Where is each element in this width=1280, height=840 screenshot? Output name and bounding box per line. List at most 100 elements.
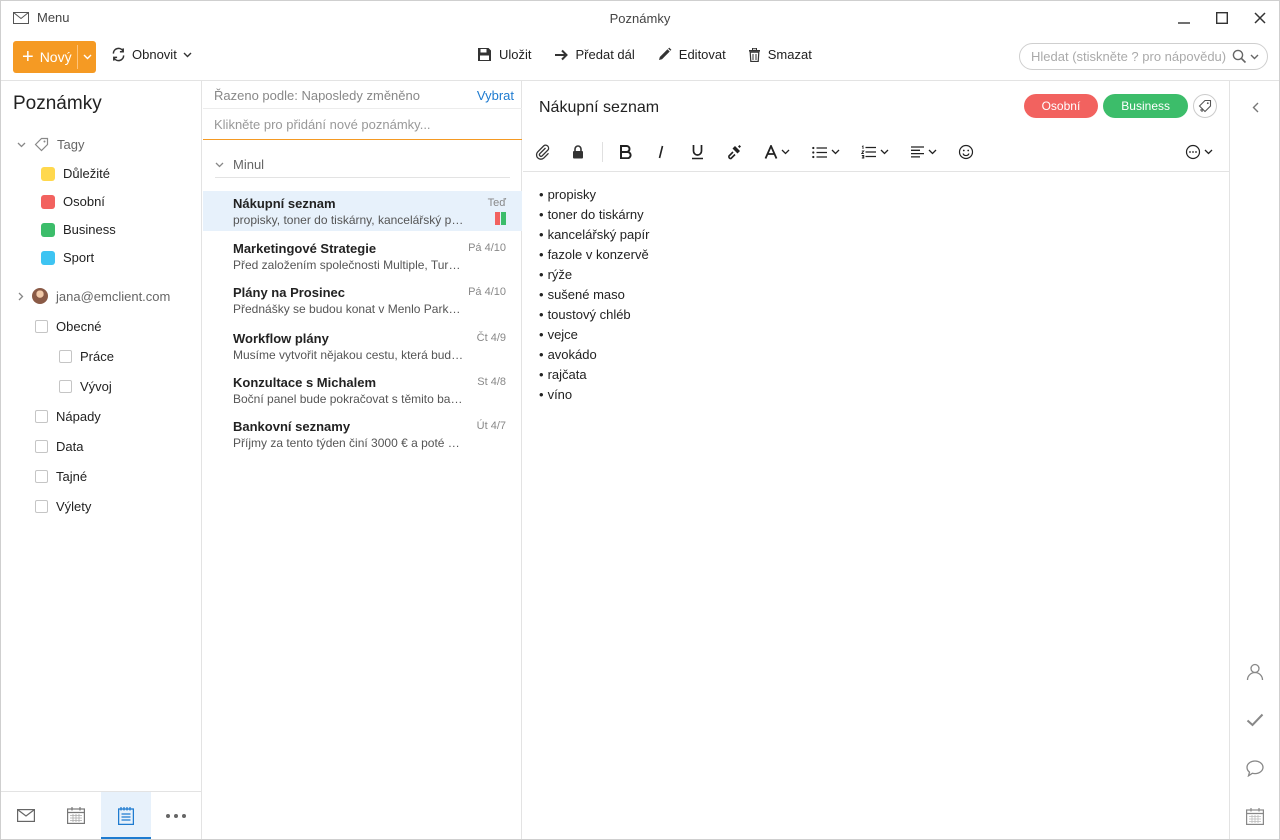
sidebar-item-tag-dulezite[interactable]: Důležité	[41, 166, 110, 181]
tag-pill-business[interactable]: Business	[1103, 94, 1188, 118]
numbered-list-button[interactable]	[861, 141, 889, 163]
note-title: Bankovní seznamy	[233, 419, 351, 434]
attach-button[interactable]	[535, 141, 551, 163]
note-title: Konzultace s Michalem	[233, 375, 377, 390]
italic-button[interactable]	[656, 141, 666, 163]
sidebar-item-data[interactable]: Data	[35, 439, 83, 454]
bullet-list-button[interactable]	[812, 141, 840, 163]
minimize-icon	[1178, 22, 1190, 24]
list-item[interactable]: Workflow plány Čt 4/9 Musíme vytvořit ně…	[203, 326, 522, 366]
emoji-button[interactable]	[958, 141, 974, 163]
list-item[interactable]: Nákupní seznam Teď propisky, toner do ti…	[203, 191, 522, 231]
new-dropdown-button[interactable]	[78, 41, 96, 73]
save-button[interactable]: Uložit	[477, 47, 532, 62]
sidebar-item-prace[interactable]: Práce	[59, 349, 114, 364]
sort-label[interactable]: Řazeno podle: Naposledy změněno	[214, 88, 420, 103]
new-note-main[interactable]: + Nový	[13, 41, 77, 73]
search-icon[interactable]	[1232, 49, 1247, 64]
tag-pill-osobni[interactable]: Osobní	[1023, 94, 1099, 118]
folder-checkbox[interactable]	[35, 320, 48, 333]
underline-button[interactable]	[691, 141, 704, 163]
tasks-button[interactable]	[1230, 705, 1280, 735]
chat-button[interactable]	[1230, 753, 1280, 783]
align-left-icon	[911, 146, 924, 158]
sidebar-item-obecne[interactable]: Obecné	[35, 319, 102, 334]
maximize-button[interactable]	[1203, 1, 1241, 35]
list-item: avokádo	[539, 345, 649, 365]
bold-icon	[620, 145, 632, 159]
list-item[interactable]: Marketingové Strategie Pá 4/10 Před zalo…	[203, 236, 522, 276]
sidebar-item-napady[interactable]: Nápady	[35, 409, 101, 424]
lock-icon	[573, 145, 583, 159]
note-date: Pá 4/10	[468, 242, 506, 254]
sidebar-item-tag-sport[interactable]: Sport	[41, 250, 94, 265]
sidebar-item-vylety[interactable]: Výlety	[35, 499, 91, 514]
list-item: víno	[539, 385, 649, 405]
list-item[interactable]: Bankovní seznamy Út 4/7 Příjmy za tento …	[203, 414, 522, 454]
more-modules-button[interactable]	[151, 792, 201, 839]
select-link[interactable]: Vybrat	[477, 88, 514, 103]
note-title: Nákupní seznam	[233, 196, 336, 211]
agenda-button[interactable]	[1230, 801, 1280, 831]
account-group[interactable]: jana@emclient.com	[18, 288, 170, 304]
minimize-button[interactable]	[1165, 1, 1203, 35]
chevron-left-icon	[1252, 102, 1258, 112]
encrypt-button[interactable]	[572, 141, 584, 163]
tag-indicator-osobni	[495, 212, 500, 225]
pencil-icon	[658, 47, 672, 60]
refresh-button[interactable]: Obnovit	[111, 47, 192, 62]
bold-button[interactable]	[619, 141, 632, 163]
font-color-button[interactable]	[764, 141, 790, 163]
sidebar-item-tag-osobni[interactable]: Osobní	[41, 194, 105, 209]
folder-checkbox[interactable]	[35, 470, 48, 483]
tag-label: Business	[63, 222, 116, 237]
note-date: St 4/8	[477, 376, 506, 388]
search-box[interactable]	[1019, 43, 1268, 70]
refresh-label: Obnovit	[132, 47, 177, 62]
new-note-button[interactable]: + Nový	[13, 41, 96, 73]
sidebar-item-tajne[interactable]: Tajné	[35, 469, 87, 484]
calendar-module-button[interactable]	[51, 792, 101, 839]
new-note-input[interactable]	[214, 109, 511, 139]
new-note-field[interactable]	[203, 109, 522, 140]
mail-module-button[interactable]	[1, 792, 51, 839]
maximize-icon	[1216, 12, 1228, 24]
forward-label: Předat dál	[575, 47, 635, 62]
sidebar-item-vyvoj[interactable]: Vývoj	[59, 379, 112, 394]
folder-checkbox[interactable]	[59, 350, 72, 363]
note-title-heading[interactable]: Nákupní seznam	[539, 99, 659, 117]
folder-checkbox[interactable]	[35, 410, 48, 423]
align-button[interactable]	[910, 141, 937, 163]
app-window: Menu Poznámky + Nový Obnovit Uložit Před…	[0, 0, 1280, 840]
search-input[interactable]	[1031, 49, 1232, 64]
note-body[interactable]: propisky toner do tiskárny kancelářský p…	[539, 185, 650, 405]
tag-indicators	[495, 212, 506, 225]
sidebar-item-tag-business[interactable]: Business	[41, 222, 116, 237]
group-header[interactable]: Minul	[215, 157, 264, 172]
folder-checkbox[interactable]	[59, 380, 72, 393]
folder-checkbox[interactable]	[35, 440, 48, 453]
format-toolbar	[523, 133, 1229, 172]
add-tag-button[interactable]	[1193, 94, 1217, 118]
list-item[interactable]: Plány na Prosinec Pá 4/10 Přednášky se b…	[203, 280, 522, 320]
chat-bubble-icon	[1246, 759, 1264, 777]
forward-button[interactable]: Předat dál	[554, 47, 635, 62]
group-divider	[215, 177, 510, 178]
close-button[interactable]	[1241, 1, 1279, 35]
delete-button[interactable]: Smazat	[748, 47, 812, 62]
chevron-down-icon	[215, 162, 224, 167]
format-painter-button[interactable]	[726, 141, 742, 163]
chevron-down-icon	[1204, 149, 1213, 155]
list-item[interactable]: Konzultace s Michalem St 4/8 Boční panel…	[203, 370, 522, 410]
collapse-rail-button[interactable]	[1230, 92, 1280, 122]
folder-label: Obecné	[56, 319, 102, 334]
more-formatting-button[interactable]	[1185, 141, 1213, 163]
tag-color-swatch	[41, 250, 55, 265]
more-horizontal-icon	[166, 813, 186, 818]
contacts-button[interactable]	[1230, 657, 1280, 687]
folder-checkbox[interactable]	[35, 500, 48, 513]
edit-button[interactable]: Editovat	[657, 47, 726, 62]
chevron-down-icon[interactable]	[1250, 54, 1259, 60]
notes-module-button[interactable]	[101, 792, 151, 839]
tags-group[interactable]: Tagy	[17, 137, 84, 152]
